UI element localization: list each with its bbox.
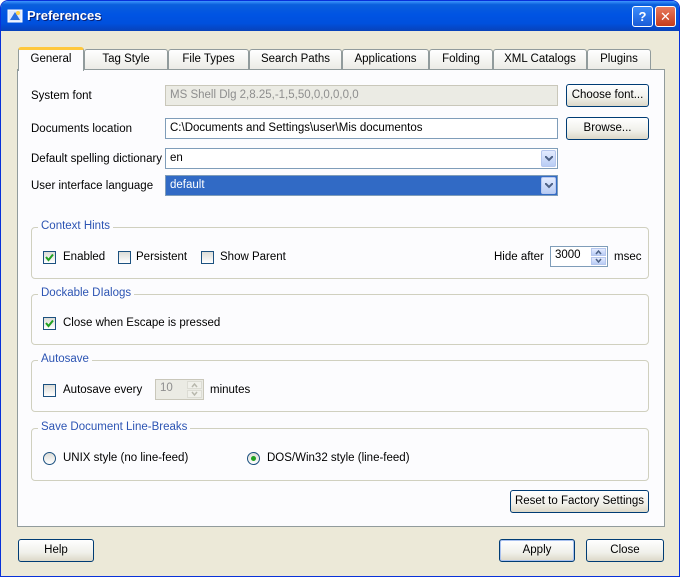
- close-button[interactable]: Close: [586, 539, 664, 562]
- ui-language-label: User interface language: [31, 180, 154, 192]
- tab-label: Search Paths: [260, 53, 331, 65]
- tab-general[interactable]: General: [18, 47, 84, 71]
- tab-label: Applications: [354, 53, 417, 65]
- autosave-unit: minutes: [210, 384, 251, 396]
- title-close-button[interactable]: ✕: [655, 6, 676, 27]
- dos-style-radio[interactable]: [247, 452, 260, 465]
- ui-language-select[interactable]: default: [165, 175, 558, 196]
- persistent-checkbox[interactable]: [118, 251, 131, 264]
- autosave-checkbox[interactable]: [43, 384, 56, 397]
- help-label: Help: [44, 544, 68, 556]
- dockable-dialogs-title: Dockable DIalogs: [38, 287, 135, 299]
- tab-folding[interactable]: Folding: [429, 49, 493, 69]
- documents-location-label: Documents location: [31, 123, 132, 135]
- help-button[interactable]: Help: [18, 539, 94, 562]
- spelling-dictionary-label: Default spelling dictionary: [31, 153, 163, 165]
- ui-language-value: default: [170, 179, 205, 191]
- hide-after-spinbox[interactable]: 3000: [550, 246, 608, 267]
- autosave-label: Autosave every: [63, 384, 143, 396]
- close-escape-label: Close when Escape is pressed: [63, 317, 221, 329]
- chevron-down-icon[interactable]: [541, 150, 556, 167]
- spin-buttons: [591, 248, 606, 265]
- app-icon: [7, 9, 23, 23]
- autosave-interval-spinbox[interactable]: 10: [155, 379, 204, 400]
- system-font-field: MS Shell Dlg 2,8.25,-1,5,50,0,0,0,0,0: [165, 85, 558, 106]
- hide-after-unit: msec: [614, 251, 642, 263]
- browse-label: Browse...: [583, 122, 632, 134]
- tab-label: Plugins: [600, 53, 638, 65]
- spin-down-icon[interactable]: [591, 257, 606, 265]
- chevron-down-icon[interactable]: [541, 177, 556, 194]
- close-label: Close: [610, 544, 640, 556]
- reset-factory-label: Reset to Factory Settings: [514, 495, 645, 507]
- enabled-label: Enabled: [63, 251, 106, 263]
- tab-xml-catalogs[interactable]: XML Catalogs: [493, 49, 587, 69]
- documents-location-input[interactable]: C:\Documents and Settings\user\Mis docum…: [165, 118, 558, 139]
- preferences-window: Preferences ? ✕ General Tag Style File T…: [0, 0, 680, 577]
- spelling-dictionary-select[interactable]: en: [165, 148, 558, 169]
- apply-label: Apply: [522, 544, 552, 556]
- spelling-dictionary-value: en: [170, 152, 183, 164]
- hide-after-value: 3000: [555, 249, 581, 261]
- reset-factory-button[interactable]: Reset to Factory Settings: [510, 490, 649, 513]
- tab-applications[interactable]: Applications: [342, 49, 429, 69]
- tab-plugins[interactable]: Plugins: [587, 49, 651, 69]
- unix-style-radio[interactable]: [43, 452, 56, 465]
- title-help-button[interactable]: ?: [632, 6, 653, 27]
- persistent-label: Persistent: [136, 251, 188, 263]
- title-bar[interactable]: Preferences ? ✕: [1, 1, 679, 31]
- dos-style-label: DOS/Win32 style (line-feed): [267, 452, 410, 464]
- spin-down-icon[interactable]: [187, 390, 202, 398]
- choose-font-button[interactable]: Choose font...: [566, 84, 649, 107]
- browse-button[interactable]: Browse...: [566, 117, 649, 140]
- tab-label: Tag Style: [102, 53, 150, 65]
- close-escape-checkbox[interactable]: [43, 317, 56, 330]
- window-title: Preferences: [27, 8, 102, 23]
- tab-tag-style[interactable]: Tag Style: [84, 49, 168, 69]
- tab-file-types[interactable]: File Types: [168, 49, 249, 69]
- autosave-title: Autosave: [38, 353, 92, 365]
- tab-label: File Types: [182, 53, 235, 65]
- enabled-checkbox[interactable]: [43, 251, 56, 264]
- tab-label: General: [30, 53, 72, 65]
- show-parent-checkbox[interactable]: [201, 251, 214, 264]
- show-parent-label: Show Parent: [220, 251, 286, 263]
- tab-search-paths[interactable]: Search Paths: [249, 49, 342, 69]
- unix-style-label: UNIX style (no line-feed): [63, 452, 189, 464]
- hide-after-label: Hide after: [494, 251, 544, 263]
- context-hints-title: Context Hints: [38, 220, 114, 232]
- tab-label: XML Catalogs: [504, 53, 576, 65]
- autosave-interval-value: 10: [160, 382, 173, 394]
- system-font-label: System font: [31, 90, 92, 102]
- spin-buttons: [187, 381, 202, 398]
- line-breaks-title: Save Document Line-Breaks: [38, 421, 191, 433]
- apply-button[interactable]: Apply: [499, 539, 575, 562]
- spin-up-icon[interactable]: [591, 248, 606, 256]
- spin-up-icon[interactable]: [187, 381, 202, 389]
- choose-font-label: Choose font...: [571, 89, 644, 101]
- tab-label: Folding: [442, 53, 480, 65]
